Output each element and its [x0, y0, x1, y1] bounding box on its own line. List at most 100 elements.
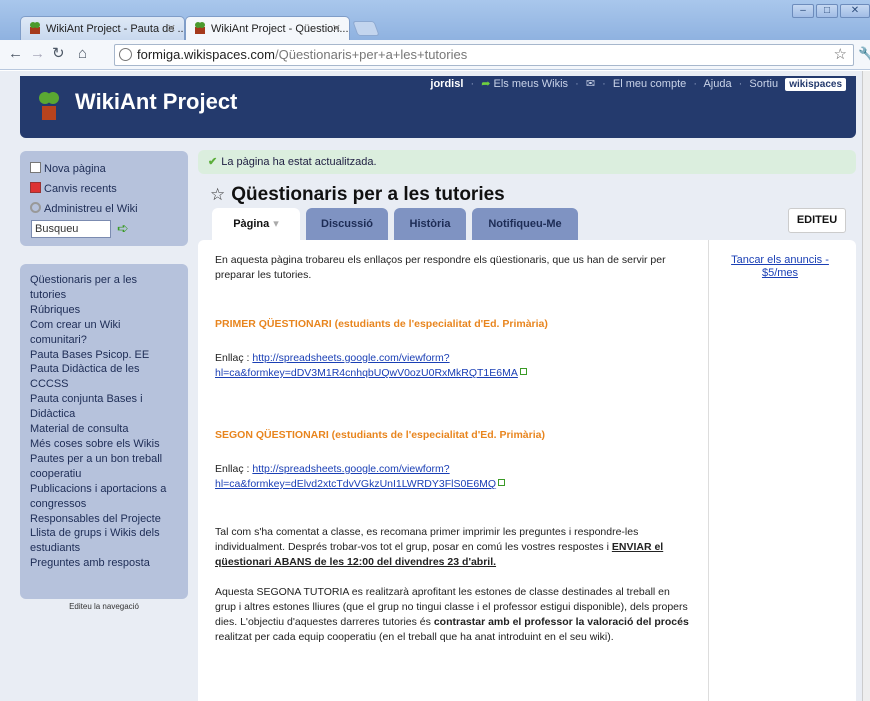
- tab-notify-me[interactable]: Notifiqueu-Me: [472, 208, 578, 240]
- sidebar-nav-link[interactable]: Responsables del Projecte: [30, 512, 178, 527]
- recent-changes-label: Canvis recents: [44, 183, 117, 195]
- wrench-icon[interactable]: 🔧: [858, 46, 870, 63]
- nav-separator: ·: [602, 78, 606, 90]
- wikispaces-favicon-icon: [30, 22, 40, 34]
- close-tab-icon[interactable]: ✕: [332, 17, 341, 40]
- sidebar-nav-link[interactable]: Material de consulta: [30, 422, 178, 437]
- new-page-icon: [30, 162, 41, 173]
- favorite-star-icon[interactable]: ☆: [210, 185, 225, 204]
- my-wikis-link[interactable]: Els meus Wikis: [494, 78, 569, 90]
- calendar-icon: [30, 182, 41, 193]
- search-go-icon[interactable]: ➪: [117, 220, 129, 237]
- page-body: En aquesta pàgina trobareu els enllaços …: [215, 253, 693, 645]
- logout-link[interactable]: Sortiu: [749, 78, 778, 90]
- maximize-icon[interactable]: □: [816, 4, 838, 18]
- site-title[interactable]: WikiAnt Project: [75, 89, 237, 115]
- intro-paragraph: En aquesta pàgina trobareu els enllaços …: [215, 254, 666, 281]
- sidebar-nav-link[interactable]: Més coses sobre els Wikis: [30, 437, 178, 452]
- checkmark-icon: ✔: [208, 156, 218, 168]
- sidebar-nav-link[interactable]: Rúbriques: [30, 303, 178, 318]
- q2-link-part1: http://spreadsheets.google.com/viewform?: [252, 463, 450, 475]
- q2-link[interactable]: http://spreadsheets.google.com/viewform?…: [215, 463, 496, 490]
- sidebar-nav-link[interactable]: cooperatiu: [30, 467, 178, 482]
- sidebar-nav-link[interactable]: Preguntes amb resposta: [30, 556, 178, 571]
- q1-link[interactable]: http://spreadsheets.google.com/viewform?…: [215, 352, 518, 379]
- q1-link-part1: http://spreadsheets.google.com/viewform?: [252, 352, 450, 364]
- q1-header: PRIMER QÜESTIONARI (estudiants de l'espe…: [215, 318, 548, 330]
- help-link[interactable]: Ajuda: [703, 78, 731, 90]
- back-icon[interactable]: ←: [8, 45, 23, 63]
- wikispaces-badge[interactable]: wikispaces: [785, 78, 846, 91]
- new-page-label: Nova pàgina: [44, 163, 106, 175]
- sidebar-nav-link[interactable]: estudiants: [30, 541, 178, 556]
- browser-tab-1[interactable]: WikiAnt Project - Pauta de ... ✕: [20, 16, 185, 40]
- update-notice-text: La pàgina ha estat actualitzada.: [221, 156, 377, 168]
- browser-toolbar: ← → ↻ ⌂ formiga.wikispaces.com/Qüestiona…: [0, 40, 870, 70]
- sidebar-nav-link[interactable]: Pauta Bases Psicop. EE: [30, 348, 178, 363]
- close-tab-icon[interactable]: ✕: [167, 17, 176, 40]
- user-nav: jordisl · ➦ Els meus Wikis · ✉ · El meu …: [430, 77, 846, 91]
- browser-titlebar: WikiAnt Project - Pauta de ... ✕ WikiAnt…: [0, 0, 870, 40]
- page-scrollbar[interactable]: [862, 71, 870, 701]
- nav-separator: ·: [575, 78, 579, 90]
- sidebar-nav-link[interactable]: congressos: [30, 497, 178, 512]
- username-link[interactable]: jordisl: [430, 78, 463, 90]
- new-tab-button[interactable]: [352, 21, 380, 36]
- sidebar-nav-link[interactable]: Publicacions i aportacions a: [30, 482, 178, 497]
- address-bar[interactable]: formiga.wikispaces.com/Qüestionaris+per+…: [114, 44, 854, 66]
- manage-wiki-link[interactable]: Administreu el Wiki: [30, 199, 178, 219]
- mail-icon[interactable]: ✉: [586, 78, 595, 90]
- reload-icon[interactable]: ↻: [52, 45, 65, 63]
- second-tutoring-end: realitzat per cada equip cooperatiu (en …: [215, 631, 614, 643]
- tab-page-label: Pàgina: [233, 218, 270, 230]
- recent-changes-link[interactable]: Canvis recents: [30, 179, 178, 199]
- my-account-link[interactable]: El meu compte: [613, 78, 686, 90]
- sidebar-nav-link[interactable]: Pautes per a un bon treball: [30, 452, 178, 467]
- forward-icon[interactable]: →: [30, 45, 45, 63]
- tab-discussion[interactable]: Discussió: [306, 208, 388, 240]
- sidebar-navigation: Qüestionaris per a les tutories Rúbriques C…: [20, 264, 188, 599]
- tab-history[interactable]: Història: [394, 208, 466, 240]
- ad-divider: [708, 240, 709, 701]
- sidebar-nav-link[interactable]: CCCSS: [30, 377, 178, 392]
- sidebar-nav-link[interactable]: Llista de grups i Wikis dels: [30, 526, 178, 541]
- edit-navigation-link[interactable]: Editeu la navegació: [20, 602, 188, 611]
- window-controls: – □ ✕: [792, 4, 870, 18]
- page-viewport: WikiAnt Project jordisl · ➦ Els meus Wik…: [0, 71, 862, 701]
- browser-tab-2[interactable]: WikiAnt Project - Qüestion... ✕: [185, 16, 350, 40]
- wikispaces-logo-icon: [39, 92, 59, 120]
- sidebar-nav-link[interactable]: tutories: [30, 288, 178, 303]
- close-window-icon[interactable]: ✕: [840, 4, 870, 18]
- browser-tab-1-label: WikiAnt Project - Pauta de ...: [46, 23, 185, 35]
- sidebar-nav-link[interactable]: comunitari?: [30, 333, 178, 348]
- sidebar-nav-link[interactable]: Didàctica: [30, 407, 178, 422]
- edit-button[interactable]: EDITEU: [788, 208, 846, 233]
- globe-icon: [119, 48, 132, 61]
- page-title-text: Qüestionaris per a les tutories: [231, 184, 505, 205]
- link-label: Enllaç :: [215, 352, 250, 364]
- sidebar-nav-link[interactable]: Com crear un Wiki: [30, 318, 178, 333]
- manage-wiki-label: Administreu el Wiki: [44, 203, 138, 215]
- objective-text: contrastar amb el professor la valoració…: [433, 616, 689, 628]
- close-ads-link[interactable]: Tancar els anuncis - $5/mes: [731, 254, 829, 279]
- nav-separator: ·: [470, 78, 475, 90]
- q2-link-part2: hl=ca&formkey=dElvd2xtcTdvVGkzUnI1LWRDY3…: [215, 478, 497, 490]
- search-input[interactable]: [31, 220, 111, 238]
- new-page-link[interactable]: Nova pàgina: [30, 159, 178, 179]
- bookmark-star-icon[interactable]: ☆: [834, 45, 847, 65]
- sidebar-nav-link[interactable]: Pauta conjunta Bases i: [30, 392, 178, 407]
- q1-link-paragraph: Enllaç : http://spreadsheets.google.com/…: [215, 351, 693, 381]
- nav-separator: ·: [693, 78, 697, 90]
- q2-header: SEGON QÜESTIONARI (estudiants de l'espec…: [215, 429, 545, 441]
- sidebar-nav-link[interactable]: Pauta Didàctica de les: [30, 362, 178, 377]
- sidebar-nav-link[interactable]: Qüestionaris per a les: [30, 273, 178, 288]
- update-notice: ✔ La pàgina ha estat actualitzada.: [198, 150, 856, 174]
- tab-page[interactable]: Pàgina ▾: [212, 208, 300, 242]
- minimize-icon[interactable]: –: [792, 4, 814, 18]
- page-title: ☆ Qüestionaris per a les tutories: [210, 184, 505, 206]
- external-link-icon: [519, 368, 527, 375]
- gear-icon: [30, 202, 41, 213]
- home-icon[interactable]: ⌂: [78, 45, 87, 63]
- browser-tab-2-label: WikiAnt Project - Qüestion...: [211, 23, 349, 35]
- people-icon: ➦: [481, 78, 491, 90]
